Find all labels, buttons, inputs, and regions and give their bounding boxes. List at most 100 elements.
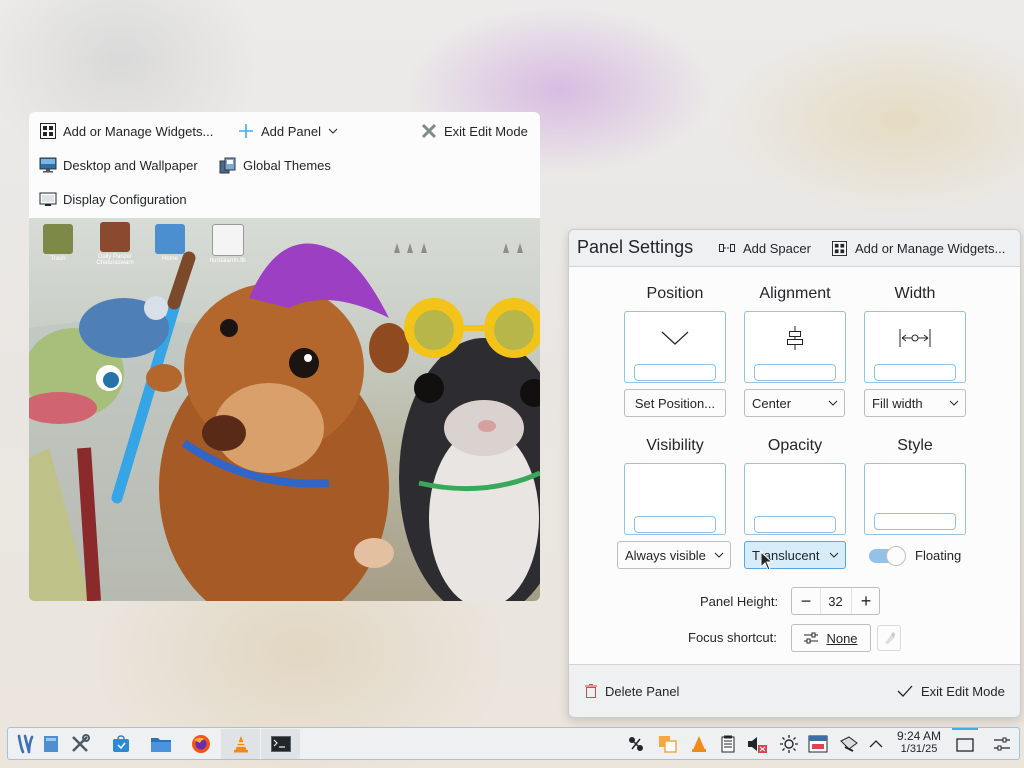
opacity-title: Opacity xyxy=(767,437,823,454)
panel-settings-footer: Delete Panel Exit Edit Mode xyxy=(569,664,1020,717)
visibility-value: Always visible xyxy=(625,547,706,563)
set-position-button[interactable]: Set Position... xyxy=(624,389,726,417)
notes-icon[interactable] xyxy=(717,733,739,755)
alignment-select[interactable]: Center xyxy=(744,389,845,417)
panel-settings-title: Panel Settings xyxy=(577,237,694,257)
firefox-icon[interactable] xyxy=(188,731,214,757)
clock-date: 1/31/25 xyxy=(900,743,938,755)
desktop-wallpaper-preview[interactable]: Trash Daily Panzer Chaturaswarn Home hur… xyxy=(29,218,540,601)
desktop-icon-file[interactable]: hurdalarrin.tlk xyxy=(204,224,252,264)
align-center-icon xyxy=(787,326,803,350)
display-icon xyxy=(39,190,57,208)
wallpaper-illustration xyxy=(29,243,540,601)
alignment-preview[interactable] xyxy=(744,311,846,383)
home-folder-icon xyxy=(155,224,185,254)
vlc-icon[interactable] xyxy=(221,729,260,759)
storage-icon[interactable] xyxy=(807,733,829,755)
chevron-down-icon xyxy=(828,400,838,406)
style-preview[interactable] xyxy=(864,463,966,535)
mouse-pointer-icon xyxy=(760,551,774,571)
increase-height-button[interactable]: + xyxy=(851,588,880,614)
panel-bar-preview xyxy=(634,364,716,381)
global-themes-button[interactable]: Global Themes xyxy=(211,151,337,179)
panel-bar-preview xyxy=(874,364,956,381)
focus-shortcut-value: None xyxy=(826,630,858,646)
desktop-icon-daily[interactable]: Daily Panzer Chaturaswarn xyxy=(91,222,139,266)
digital-clock[interactable]: 9:24 AM 1/31/25 xyxy=(888,730,950,756)
volume-muted-icon[interactable] xyxy=(746,733,768,755)
alignment-title: Alignment xyxy=(759,285,831,302)
chevron-up-icon[interactable] xyxy=(865,733,887,755)
peek-desktop-icon[interactable] xyxy=(952,728,978,760)
desktop-wallpaper-label: Desktop and Wallpaper xyxy=(63,157,198,173)
chevron-down-icon xyxy=(327,122,339,140)
exit-edit-mode-footer-button[interactable]: Exit Edit Mode xyxy=(897,680,1005,702)
desktop-wallpaper-button[interactable]: Desktop and Wallpaper xyxy=(31,151,204,179)
visibility-title: Visibility xyxy=(646,437,704,454)
spacer-icon xyxy=(719,243,735,253)
close-x-icon xyxy=(420,122,438,140)
visibility-select[interactable]: Always visible xyxy=(617,541,731,569)
exit-edit-mode-button[interactable]: Exit Edit Mode xyxy=(412,117,534,145)
global-themes-icon xyxy=(219,156,237,174)
discover-icon[interactable] xyxy=(108,731,134,757)
kde-launcher-icon[interactable] xyxy=(13,731,39,757)
opacity-preview[interactable] xyxy=(744,463,846,535)
width-select[interactable]: Fill width xyxy=(864,389,966,417)
add-widgets-label: Add or Manage Widgets... xyxy=(63,123,214,139)
add-widgets-button[interactable]: Add or Manage Widgets... xyxy=(31,117,219,145)
floating-panel-bar-preview xyxy=(874,513,956,530)
add-spacer-label: Add Spacer xyxy=(743,240,811,256)
alignment-value: Center xyxy=(752,395,792,411)
add-panel-button[interactable]: Add Panel xyxy=(229,117,345,145)
clear-shortcut-button[interactable] xyxy=(877,625,901,651)
width-title: Width xyxy=(894,285,936,302)
panel-bar-preview xyxy=(754,516,836,533)
desktop-icon-home[interactable]: Home xyxy=(146,224,194,262)
chevron-down-icon xyxy=(949,400,959,406)
desktop-icon-label: hurdalarrin.tlk xyxy=(209,258,247,264)
add-spacer-button[interactable]: Add Spacer xyxy=(719,237,811,259)
kde-connect-icon[interactable] xyxy=(625,733,647,755)
desktop-icon-trash[interactable]: Trash xyxy=(34,224,82,262)
edit-clear-icon xyxy=(885,632,895,644)
network-wired-icon[interactable] xyxy=(838,733,860,755)
panel-configure-icon[interactable] xyxy=(989,731,1015,757)
delete-panel-button[interactable]: Delete Panel xyxy=(585,680,679,702)
focus-shortcut-button[interactable]: None xyxy=(791,624,871,652)
terminal-icon[interactable] xyxy=(261,729,300,759)
panel-height-spinbox: − 32 + xyxy=(791,587,880,615)
desktop-icon-label: Trash xyxy=(50,256,66,262)
floating-toggle[interactable] xyxy=(869,546,907,566)
panel-height-label: Panel Height: xyxy=(700,594,779,609)
position-title: Position xyxy=(646,285,704,302)
chevron-down-icon xyxy=(829,552,839,558)
image-file-icon xyxy=(100,222,130,252)
position-preview[interactable] xyxy=(624,311,726,383)
fill-width-icon xyxy=(899,329,931,347)
add-widgets-header-button[interactable]: Add or Manage Widgets... xyxy=(832,237,1005,259)
panel-bar-preview xyxy=(754,364,836,381)
vlc-tray-icon[interactable] xyxy=(688,733,710,755)
exit-edit-mode-label: Exit Edit Mode xyxy=(444,123,528,139)
chevron-down-icon xyxy=(661,331,689,345)
floating-label: Floating xyxy=(915,548,962,563)
width-preview[interactable] xyxy=(864,311,966,383)
checkmark-icon xyxy=(897,685,913,697)
brightness-icon[interactable] xyxy=(778,733,800,755)
clipboard-icon[interactable] xyxy=(657,733,679,755)
panel-settings-header: Panel Settings Add Spacer Add or Manage … xyxy=(569,230,1020,267)
desktop-icon-label: Daily Panzer Chaturaswarn xyxy=(96,254,134,266)
show-desktop-icon[interactable] xyxy=(38,731,64,757)
file-manager-icon[interactable] xyxy=(148,731,174,757)
text-file-icon xyxy=(212,224,244,256)
system-settings-icon[interactable] xyxy=(67,731,93,757)
edit-mode-toolbar: Add or Manage Widgets... Add Panel Exit … xyxy=(29,112,540,218)
desktop-wallpaper-icon xyxy=(39,156,57,174)
panel-height-value[interactable]: 32 xyxy=(820,588,851,614)
widgets-grid-icon xyxy=(832,240,847,256)
display-configuration-button[interactable]: Display Configuration xyxy=(31,185,193,213)
taskbar-panel: 9:24 AM 1/31/25 xyxy=(7,727,1020,760)
decrease-height-button[interactable]: − xyxy=(792,588,821,614)
visibility-preview[interactable] xyxy=(624,463,726,535)
